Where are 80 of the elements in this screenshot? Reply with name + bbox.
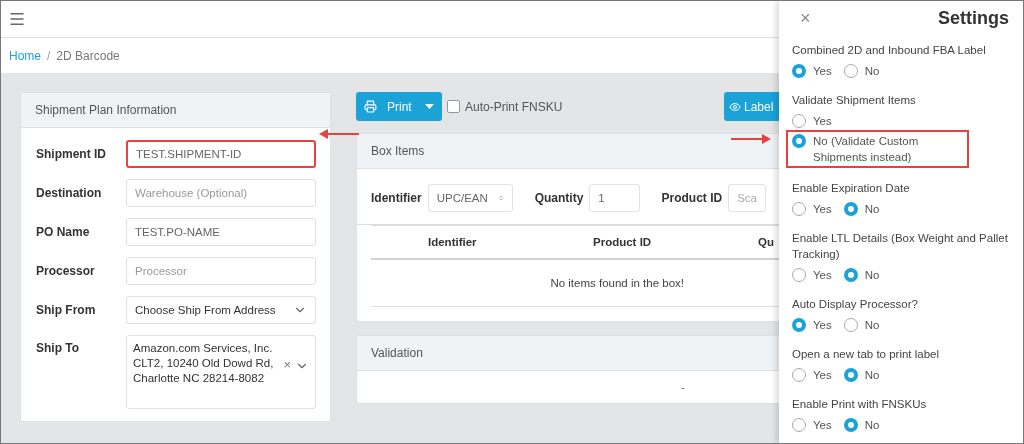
column-header: Identifier xyxy=(427,236,478,248)
text-field[interactable]: Warehouse (Optional) xyxy=(126,179,316,207)
radio-button[interactable] xyxy=(792,202,806,216)
filter-label: Quantity xyxy=(534,191,584,205)
filter-label: Identifier xyxy=(371,191,422,205)
radio-label: No xyxy=(864,202,880,217)
card-title: Shipment Plan Information xyxy=(21,93,330,128)
radio-button[interactable] xyxy=(792,64,806,78)
setting-label: Enable Expiration Date xyxy=(792,181,911,196)
field-label: Destination xyxy=(36,186,103,200)
radio-button[interactable] xyxy=(843,318,858,332)
field-label: Ship To xyxy=(36,341,81,355)
select-value: Choose Ship From Address xyxy=(135,304,276,316)
address-field[interactable]: Amazon.com Services, Inc. CLT2, 10240 Old Dowd Rd, Charlotte NC 28214-8082 × xyxy=(126,335,316,409)
radio-button[interactable] xyxy=(792,268,806,282)
setting-label: Combined 2D and Inbound FBA Label xyxy=(792,43,987,58)
field-label: Ship From xyxy=(36,303,97,317)
radio-button[interactable] xyxy=(792,134,806,148)
radio-button[interactable] xyxy=(843,418,858,432)
radio-button[interactable] xyxy=(792,318,806,332)
printer-icon xyxy=(364,100,377,113)
card-title: Box Items xyxy=(357,134,779,169)
breadcrumb-link[interactable]: Home xyxy=(9,48,41,63)
setting-label: Enable Print with FNSKUs xyxy=(792,397,928,412)
text-field[interactable]: TEST.PO-NAME xyxy=(126,218,316,246)
radio-button[interactable] xyxy=(792,114,806,128)
radio-button[interactable] xyxy=(792,368,806,382)
field-label: Processor xyxy=(36,264,96,278)
card-title: Validation xyxy=(357,336,779,371)
column-header: Product ID xyxy=(592,236,653,248)
address-line: Charlotte NC 28214-8082 xyxy=(133,371,266,386)
select-field[interactable]: Choose Ship From Address xyxy=(126,296,316,324)
breadcrumb-separator: / xyxy=(47,48,51,63)
radio-label: No xyxy=(864,318,880,333)
menu-icon[interactable] xyxy=(8,10,26,28)
radio-label: Yes xyxy=(813,64,832,79)
text-field[interactable]: TEST.SHIPMENT-ID xyxy=(126,140,316,168)
text-field[interactable]: Processor xyxy=(126,257,316,285)
filter-label: Product ID xyxy=(661,191,723,205)
label-button[interactable]: Label xyxy=(724,92,779,121)
radio-label: Yes xyxy=(813,318,832,333)
checkbox-label: Auto-Print FNSKU xyxy=(465,99,563,114)
panel-title: Settings xyxy=(938,7,1009,29)
radio-button[interactable] xyxy=(843,368,858,382)
radio-button[interactable] xyxy=(843,202,858,216)
radio-button[interactable] xyxy=(792,418,806,432)
radio-button[interactable] xyxy=(843,64,858,78)
breadcrumb-current: 2D Barcode xyxy=(56,48,120,63)
setting-label: Open a new tab to print label xyxy=(792,347,941,362)
setting-label: Auto Display Processor? xyxy=(792,297,919,312)
radio-label: Yes xyxy=(813,114,832,129)
text-field[interactable]: 1 xyxy=(589,184,640,212)
pointer-arrow xyxy=(319,129,359,139)
clear-button[interactable]: × xyxy=(283,357,291,372)
radio-button[interactable] xyxy=(843,268,858,282)
radio-label: No xyxy=(864,368,880,383)
radio-label: Yes xyxy=(813,202,832,217)
setting-label: Validate Shipment Items xyxy=(792,93,917,108)
radio-label: No xyxy=(864,64,880,79)
radio-label: No (Validate Custom Shipments instead) xyxy=(813,134,920,165)
radio-label: No xyxy=(864,418,880,433)
radio-label: Yes xyxy=(813,368,832,383)
field-label: PO Name xyxy=(36,225,91,239)
pointer-arrow xyxy=(731,134,771,144)
validation-value: - xyxy=(681,381,685,393)
sort-arrows-icon xyxy=(497,193,504,203)
caret-icon xyxy=(425,104,434,109)
checkbox[interactable] xyxy=(447,100,460,113)
address-line: CLT2, 10240 Old Dowd Rd, xyxy=(133,356,275,371)
select-field[interactable]: UPC/EAN xyxy=(427,184,513,212)
eye-icon xyxy=(729,100,741,113)
close-button[interactable]: × xyxy=(792,7,811,29)
setting-label: Enable LTL Details (Box Weight and Pallet Tracking) xyxy=(792,231,1009,262)
print-button[interactable]: Print xyxy=(356,92,442,121)
radio-label: Yes xyxy=(813,418,832,433)
radio-label: Yes xyxy=(813,268,832,283)
address-line: Amazon.com Services, Inc. xyxy=(133,341,274,356)
field-label: Shipment ID xyxy=(36,147,107,161)
radio-label: No xyxy=(864,268,880,283)
column-header: Qu xyxy=(757,236,775,248)
